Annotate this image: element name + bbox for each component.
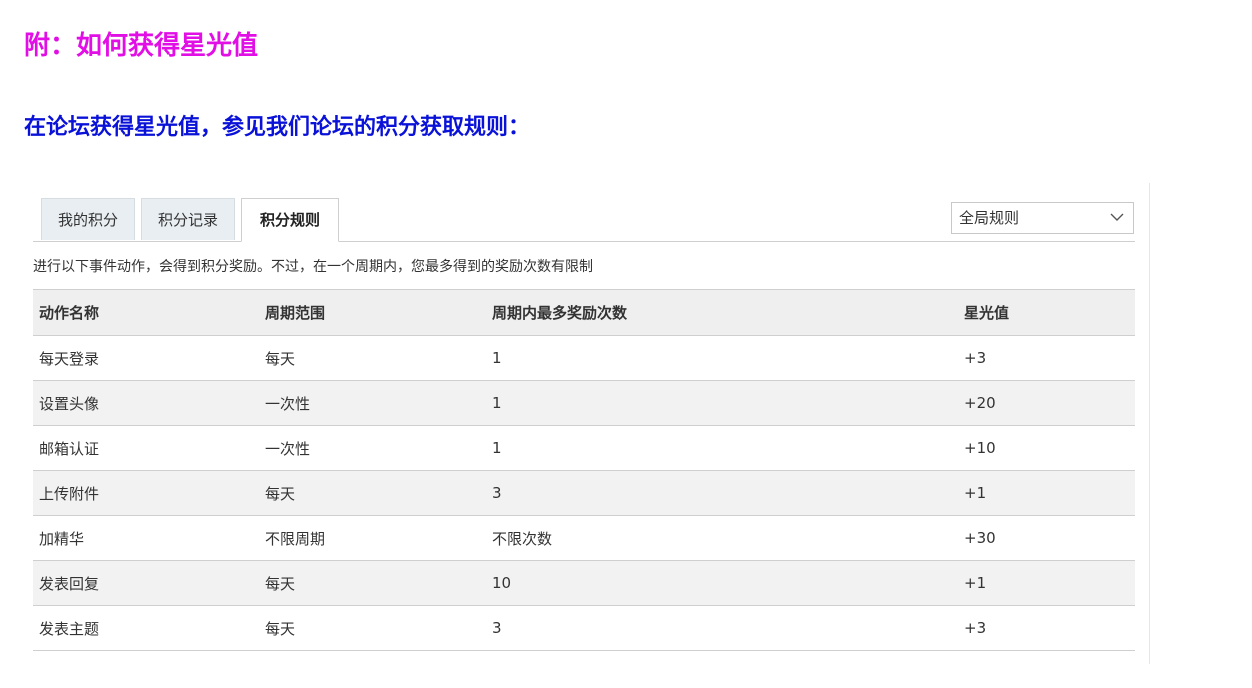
cell-max-rewards: 10 — [486, 560, 958, 606]
table-row: 发表主题 每天 3 +3 — [33, 605, 1135, 651]
table-row: 上传附件 每天 3 +1 — [33, 470, 1135, 516]
cell-action: 发表主题 — [33, 605, 259, 651]
cell-action: 邮箱认证 — [33, 425, 259, 471]
tab-points-history[interactable]: 积分记录 — [141, 198, 235, 240]
col-header-action: 动作名称 — [33, 289, 259, 336]
cell-stars: +30 — [958, 515, 1135, 561]
cell-action: 上传附件 — [33, 470, 259, 516]
col-header-stars: 星光值 — [958, 289, 1135, 336]
cell-stars: +1 — [958, 560, 1135, 606]
cell-period: 每天 — [259, 605, 486, 651]
cell-max-rewards: 1 — [486, 335, 958, 381]
tab-my-points[interactable]: 我的积分 — [41, 198, 135, 240]
table-row: 每天登录 每天 1 +3 — [33, 335, 1135, 381]
cell-stars: +20 — [958, 380, 1135, 426]
cell-max-rewards: 不限次数 — [486, 515, 958, 561]
cell-period: 一次性 — [259, 425, 486, 471]
rule-scope-select[interactable]: 全局规则 — [951, 202, 1134, 234]
appendix-heading: 附：如何获得星光值 — [24, 31, 259, 61]
cell-stars: +10 — [958, 425, 1135, 471]
intro-heading: 在论坛获得星光值，参见我们论坛的积分获取规则： — [24, 115, 531, 140]
cell-max-rewards: 3 — [486, 605, 958, 651]
rules-table: 动作名称 周期范围 周期内最多奖励次数 星光值 每天登录 每天 1 +3 设置头… — [33, 289, 1135, 651]
cell-action: 发表回复 — [33, 560, 259, 606]
page: 附：如何获得星光值 在论坛获得星光值，参见我们论坛的积分获取规则： 我的积分 积… — [0, 0, 1252, 688]
rules-description: 进行以下事件动作，会得到积分奖励。不过，在一个周期内，您最多得到的奖励次数有限制 — [33, 259, 593, 275]
cell-period: 每天 — [259, 560, 486, 606]
cell-stars: +3 — [958, 335, 1135, 381]
table-row: 发表回复 每天 10 +1 — [33, 560, 1135, 606]
cell-period: 不限周期 — [259, 515, 486, 561]
cell-period: 一次性 — [259, 380, 486, 426]
tab-points-rules[interactable]: 积分规则 — [241, 198, 339, 242]
col-header-max-rewards: 周期内最多奖励次数 — [486, 289, 958, 336]
cell-period: 每天 — [259, 335, 486, 381]
cell-max-rewards: 3 — [486, 470, 958, 516]
cell-max-rewards: 1 — [486, 425, 958, 471]
cell-period: 每天 — [259, 470, 486, 516]
rules-panel: 我的积分 积分记录 积分规则 全局规则 进行以下事件动作，会得到积分奖励。不过，… — [24, 183, 1150, 664]
cell-action: 加精华 — [33, 515, 259, 561]
table-row: 设置头像 一次性 1 +20 — [33, 380, 1135, 426]
cell-stars: +1 — [958, 470, 1135, 516]
table-row: 邮箱认证 一次性 1 +10 — [33, 425, 1135, 471]
cell-max-rewards: 1 — [486, 380, 958, 426]
cell-action: 每天登录 — [33, 335, 259, 381]
table-row: 加精华 不限周期 不限次数 +30 — [33, 515, 1135, 561]
cell-action: 设置头像 — [33, 380, 259, 426]
chevron-down-icon — [1110, 213, 1124, 221]
col-header-period: 周期范围 — [259, 289, 486, 336]
cell-stars: +3 — [958, 605, 1135, 651]
rule-scope-value: 全局规则 — [959, 209, 1020, 227]
table-header-row: 动作名称 周期范围 周期内最多奖励次数 星光值 — [33, 289, 1135, 336]
